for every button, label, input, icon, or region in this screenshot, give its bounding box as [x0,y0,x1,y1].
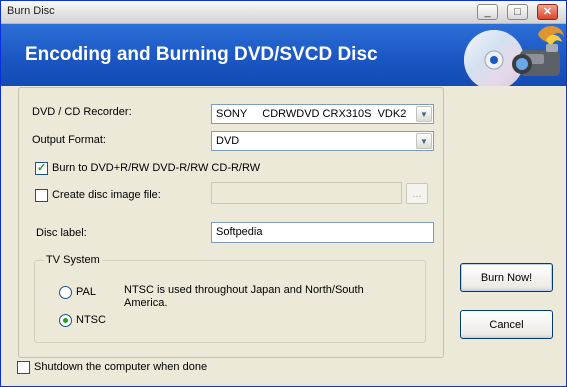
burn-now-button[interactable]: Burn Now! [460,263,553,292]
output-format-select[interactable]: DVD ▼ [211,131,434,151]
recorder-value: SONY CDRWDVD CRX310S VDK2 [216,108,407,120]
banner-art [464,25,564,86]
chevron-down-icon: ▼ [416,133,432,149]
minimize-icon: _ [484,5,491,18]
burn-checkbox-label[interactable]: Burn to DVD+R/RW DVD-R/RW CD-R/RW [52,162,260,174]
close-icon: ✕ [542,5,553,18]
shutdown-label[interactable]: Shutdown the computer when done [34,361,207,373]
minimize-button[interactable]: _ [477,4,498,20]
ntsc-label[interactable]: NTSC [76,314,106,326]
window-title: Burn Disc [7,5,55,17]
burn-now-label: Burn Now! [480,271,533,284]
maximize-button[interactable]: □ [507,4,528,20]
disc-label-label: Disc label: [36,227,87,239]
banner-heading: Encoding and Burning DVD/SVCD Disc [25,44,378,65]
create-image-checkbox[interactable] [35,189,48,202]
ntsc-radio[interactable] [59,314,72,327]
recorder-label: DVD / CD Recorder: [32,106,132,118]
output-format-label: Output Format: [32,134,106,146]
checkmark-icon: ✓ [37,162,47,174]
header-banner: Encoding and Burning DVD/SVCD Disc [1,24,566,86]
maximize-icon: □ [514,5,521,18]
browse-button[interactable]: ... [406,183,428,204]
pal-radio[interactable] [59,286,72,299]
output-format-value: DVD [216,135,240,147]
shutdown-checkbox[interactable] [17,361,30,374]
tv-system-legend: TV System [44,254,102,266]
cancel-button[interactable]: Cancel [460,310,553,339]
chevron-down-icon: ▼ [416,106,432,122]
close-button[interactable]: ✕ [537,4,558,20]
disc-label-value: Softpedia [216,226,263,238]
tv-system-description: NTSC is used throughout Japan and North/… [124,284,364,309]
recorder-select[interactable]: SONY CDRWDVD CRX310S VDK2 ▼ [211,104,434,124]
pal-label[interactable]: PAL [76,286,96,298]
image-path-input[interactable] [211,182,402,204]
disc-label-input[interactable]: Softpedia [211,222,434,243]
burn-checkbox[interactable]: ✓ [35,162,48,175]
radio-selected-dot [63,318,68,323]
cancel-label: Cancel [489,318,524,331]
title-bar[interactable]: Burn Disc _ □ ✕ [1,1,566,24]
browse-label: ... [412,187,422,200]
create-image-label[interactable]: Create disc image file: [52,189,161,201]
burn-disc-window: Burn Disc _ □ ✕ Encoding and Burning DVD… [0,0,567,387]
